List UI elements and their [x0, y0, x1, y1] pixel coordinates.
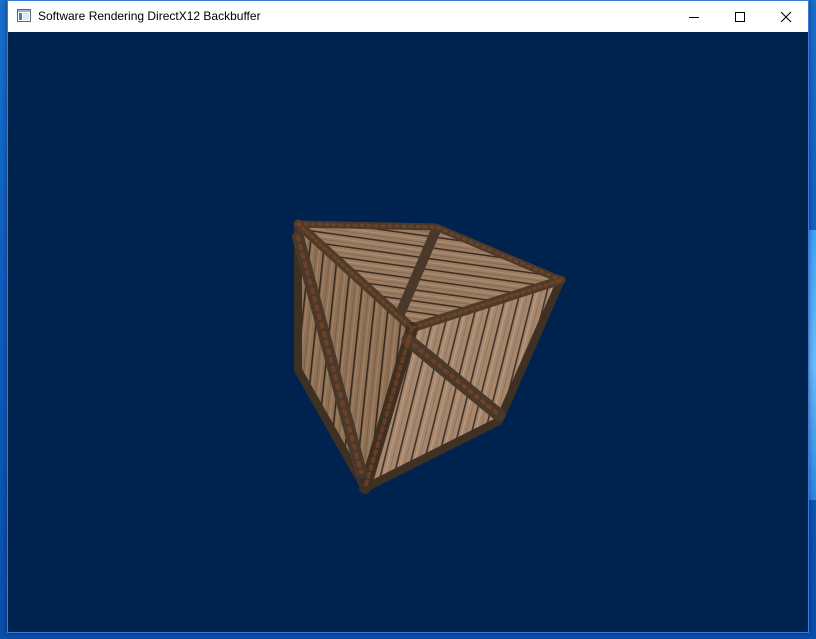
minimize-button[interactable]: [671, 1, 717, 32]
app-window: Software Rendering DirectX12 Backbuffer: [7, 0, 809, 633]
render-viewport[interactable]: [8, 32, 808, 632]
title-bar[interactable]: Software Rendering DirectX12 Backbuffer: [8, 1, 808, 32]
maximize-button[interactable]: [717, 1, 763, 32]
maximize-icon: [735, 11, 745, 22]
close-button[interactable]: [763, 1, 809, 32]
window-title: Software Rendering DirectX12 Backbuffer: [38, 9, 261, 23]
app-icon: [17, 9, 31, 22]
close-icon: [780, 11, 792, 22]
minimize-icon: [689, 16, 699, 18]
crate-render: [292, 219, 566, 494]
